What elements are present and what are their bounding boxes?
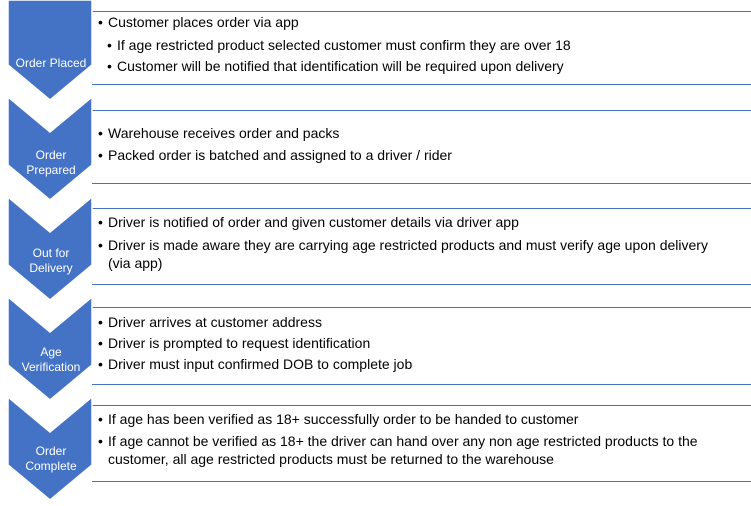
bullet-line: • Driver is notified of order and given c…	[98, 214, 519, 230]
bullet-line: • Driver arrives at customer address	[98, 314, 322, 330]
process-diagram: • Customer places order via app • If age r…	[0, 0, 751, 506]
step-details-box-order-complete: • If age has been verified as 18+ success…	[92, 405, 751, 482]
bullet-line: • Packed order is batched and assigned to…	[98, 147, 452, 163]
step-details-box-out-for-delivery: • Driver is notified of order and given c…	[92, 208, 751, 285]
bullet-line: • Driver is made aware they are carrying …	[98, 237, 708, 253]
step-details-box-order-placed: • Customer places order via app • If age r…	[92, 11, 751, 85]
step-details-box-order-prepared: • Warehouse receives order and packs • Pac…	[92, 110, 751, 184]
bullet-line: • Customer will be notified that identifi…	[107, 58, 564, 74]
bullet-line-continuation: (via app)	[108, 255, 163, 271]
bullet-line: • Warehouse receives order and packs	[98, 125, 340, 141]
bullet-line: • If age restricted product selected cust…	[107, 37, 571, 53]
chevron-order-complete	[7, 395, 93, 501]
step-details-box-age-verification: • Driver arrives at customer address • Dri…	[92, 307, 751, 385]
bullet-line: • Customer places order via app	[98, 14, 299, 30]
bullet-line: • If age has been verified as 18+ success…	[98, 411, 579, 427]
bullet-line: • Driver must input confirmed DOB to comp…	[98, 356, 413, 372]
bullet-line-continuation: customer, all age restricted products mu…	[108, 451, 554, 467]
bullet-line: • Driver is prompted to request identific…	[98, 335, 371, 351]
bullet-line: • If age cannot be verified as 18+ the dr…	[98, 433, 698, 449]
step-label-order-complete: Order Complete	[25, 444, 77, 473]
